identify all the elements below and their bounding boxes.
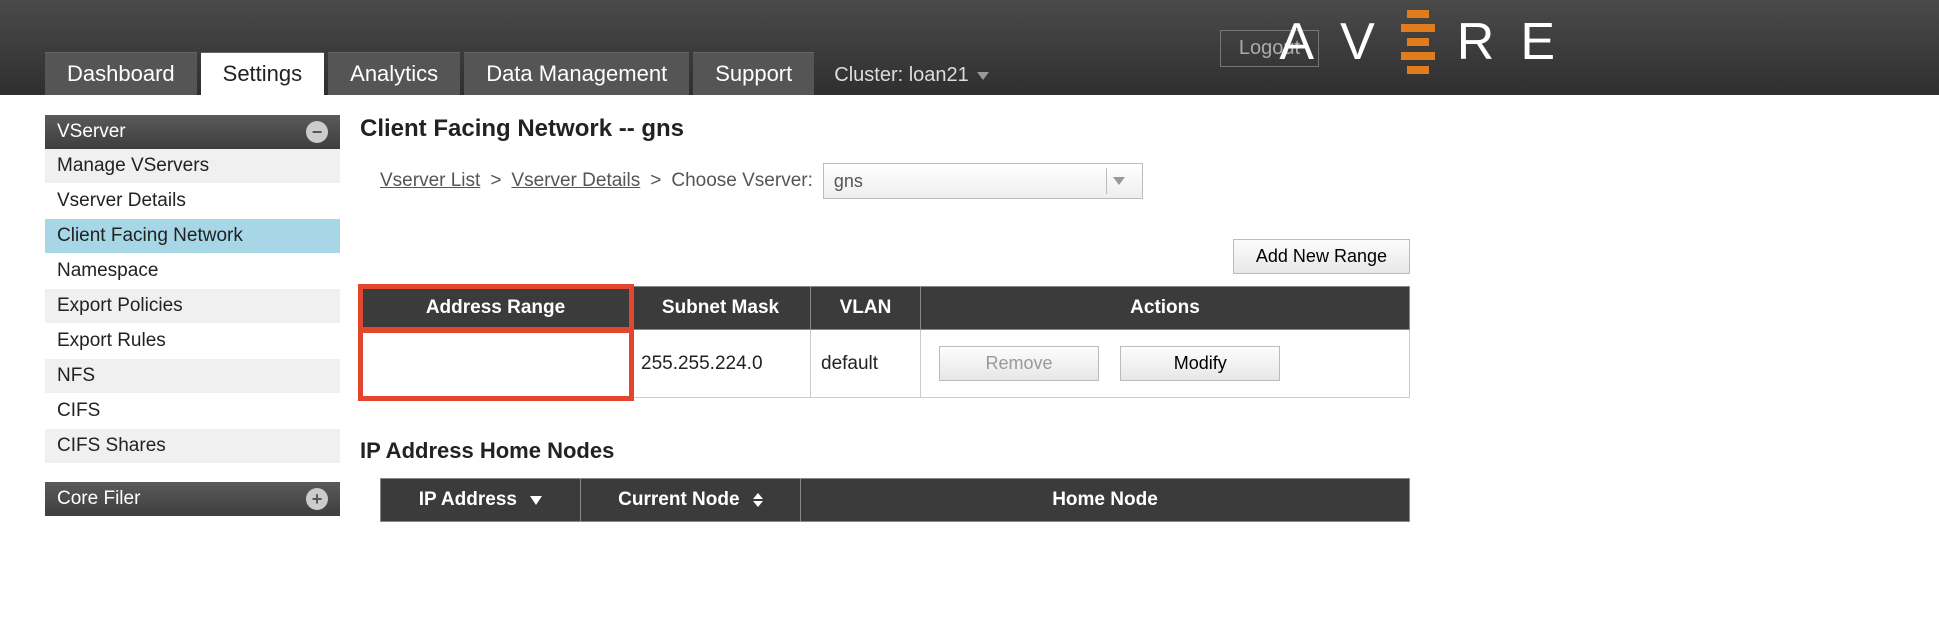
ip-home-nodes-title: IP Address Home Nodes (360, 438, 1410, 464)
col-ip-address-label: IP Address (419, 489, 517, 510)
chevron-down-icon (1106, 168, 1132, 194)
col-current-node[interactable]: Current Node (581, 479, 801, 522)
tab-analytics[interactable]: Analytics (328, 52, 460, 95)
tab-support[interactable]: Support (693, 52, 814, 95)
sidebar-item-nfs[interactable]: NFS (45, 359, 340, 394)
cluster-label-text: Cluster: loan21 (834, 64, 969, 87)
logo-letter: E (1520, 12, 1559, 72)
sidebar-item-cifs-shares[interactable]: CIFS Shares (45, 429, 340, 464)
sidebar-item-namespace[interactable]: Namespace (45, 254, 340, 289)
sidebar-section-title: VServer (57, 121, 126, 143)
remove-button[interactable]: Remove (939, 346, 1099, 381)
ip-home-nodes-table: IP Address Current Node Home Node (380, 478, 1410, 522)
col-current-node-label: Current Node (618, 489, 739, 510)
breadcrumb: Vserver List > Vserver Details > Choose … (380, 163, 1410, 199)
breadcrumb-separator: > (650, 170, 661, 192)
sidebar-section-vserver[interactable]: VServer − (45, 115, 340, 149)
sort-icon (753, 493, 763, 507)
sidebar-item-manage-vservers[interactable]: Manage VServers (45, 149, 340, 184)
address-range-table: Address Range Subnet Mask VLAN Actions 2… (360, 286, 1410, 398)
col-home-node[interactable]: Home Node (801, 479, 1410, 522)
col-ip-address[interactable]: IP Address (381, 479, 581, 522)
col-address-range[interactable]: Address Range (361, 287, 631, 330)
sidebar-section-core-filer[interactable]: Core Filer + (45, 482, 340, 516)
add-new-range-button[interactable]: Add New Range (1233, 239, 1410, 274)
logo-letter: V (1340, 12, 1379, 72)
cell-vlan: default (811, 330, 921, 398)
choose-vserver-label: Choose Vserver: (671, 170, 813, 192)
plus-icon: + (306, 488, 328, 510)
breadcrumb-vserver-list[interactable]: Vserver List (380, 170, 480, 192)
cell-address-range (361, 330, 631, 398)
main-tabs: Dashboard Settings Analytics Data Manage… (45, 52, 1005, 95)
col-actions: Actions (921, 287, 1410, 330)
brand-logo: A V R E (1279, 10, 1559, 74)
sidebar-item-vserver-details[interactable]: Vserver Details (45, 184, 340, 219)
page-title: Client Facing Network -- gns (360, 115, 1410, 143)
logo-letter: A (1279, 12, 1318, 72)
sidebar-item-export-rules[interactable]: Export Rules (45, 324, 340, 359)
tab-dashboard[interactable]: Dashboard (45, 52, 197, 95)
minus-icon: − (306, 121, 328, 143)
tab-settings[interactable]: Settings (201, 52, 325, 95)
content-area: Client Facing Network -- gns Vserver Lis… (340, 115, 1440, 522)
col-subnet-mask[interactable]: Subnet Mask (631, 287, 811, 330)
sidebar: VServer − Manage VServers Vserver Detail… (45, 115, 340, 522)
vserver-select[interactable]: gns (823, 163, 1143, 199)
sort-desc-icon (530, 496, 542, 505)
sidebar-item-export-policies[interactable]: Export Policies (45, 289, 340, 324)
sidebar-item-cifs[interactable]: CIFS (45, 394, 340, 429)
col-vlan[interactable]: VLAN (811, 287, 921, 330)
logo-letter: R (1457, 12, 1499, 72)
cell-subnet-mask: 255.255.224.0 (631, 330, 811, 398)
top-bar: Logout A V R E Dashboard Settings Analyt… (0, 0, 1939, 95)
breadcrumb-separator: > (490, 170, 501, 192)
cluster-selector[interactable]: Cluster: loan21 (818, 56, 1005, 95)
chevron-down-icon (977, 72, 989, 80)
breadcrumb-vserver-details[interactable]: Vserver Details (511, 170, 640, 192)
tab-data-management[interactable]: Data Management (464, 52, 689, 95)
table-row: 255.255.224.0 default Remove Modify (361, 330, 1410, 398)
vserver-select-value: gns (834, 171, 863, 192)
sidebar-section-title: Core Filer (57, 488, 140, 510)
cell-actions: Remove Modify (921, 330, 1410, 398)
modify-button[interactable]: Modify (1120, 346, 1280, 381)
logo-bars-icon (1401, 10, 1435, 74)
sidebar-item-client-facing-network[interactable]: Client Facing Network (45, 219, 340, 254)
